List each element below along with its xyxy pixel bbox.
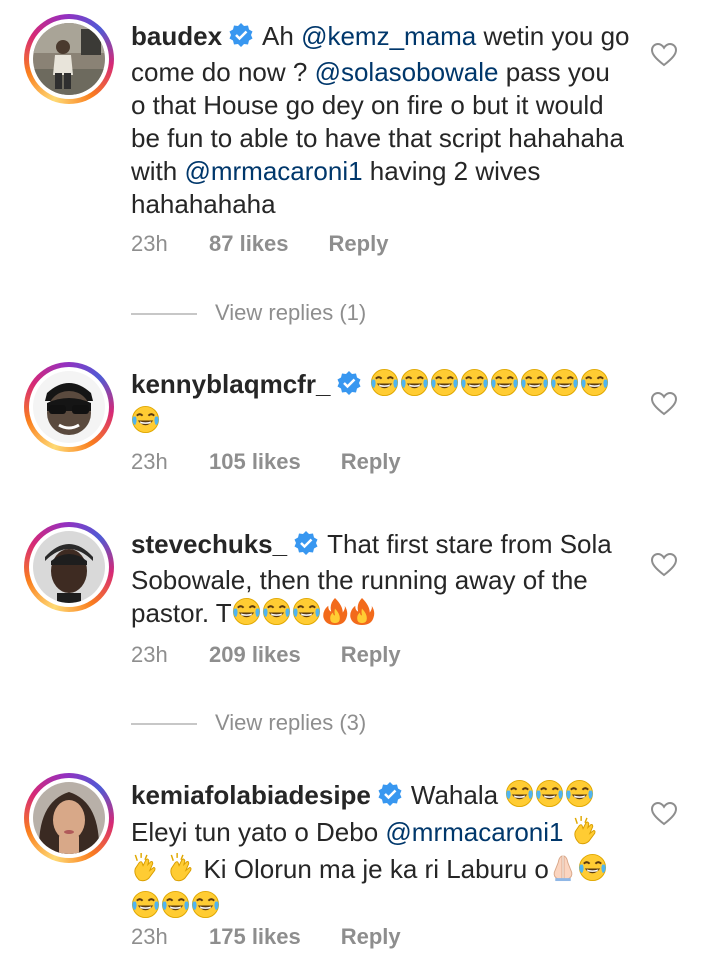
photo-avatar-icon [33,782,105,854]
comment-meta: 23h 87 likes Reply [131,231,388,257]
reply-button[interactable]: Reply [329,231,389,257]
clap-emoji-icon [571,816,599,853]
comment-body: kemiafolabiadesipe Wahala Eleyi tun yato … [131,779,631,927]
comment-meta: 23h 175 likes Reply [131,924,401,950]
avatar[interactable] [24,522,114,612]
divider-line [131,723,197,726]
mention-link[interactable]: @solasobowale [315,57,499,87]
reply-button[interactable]: Reply [341,924,401,950]
verified-badge-icon [228,22,254,56]
reply-button[interactable]: Reply [341,642,401,668]
likes-count[interactable]: 105 likes [209,449,301,475]
comment-meta: 23h 105 likes Reply [131,449,401,475]
joy-emoji-icon [550,368,579,405]
avatar[interactable] [24,14,114,104]
username-link[interactable]: baudex [131,21,222,51]
joy-emoji-icon [460,368,489,405]
avatar[interactable] [24,362,114,452]
comment-body: stevechuks_ That first stare from Sola So… [131,528,631,634]
view-replies-label: View replies (3) [215,710,367,735]
joy-emoji-icon [505,779,534,816]
comment-time: 23h [131,449,168,474]
like-heart-icon[interactable] [651,802,677,826]
joy-emoji-icon [578,853,607,890]
comment-text: Ki Olorun ma je ka ri Laburu o [196,854,549,884]
verified-badge-icon [229,23,253,47]
like-heart-icon[interactable] [651,43,677,67]
reply-button[interactable]: Reply [341,449,401,475]
comment-body: kennyblaqmcfr_ [131,368,631,442]
comment-time: 23h [131,924,168,949]
likes-count[interactable]: 175 likes [209,924,301,950]
comment-text: Ah [262,21,302,51]
joy-emoji-icon [400,368,429,405]
comment-time: 23h [131,231,168,256]
comment-body: baudex Ah @kemz_mama wetin you go come do… [131,20,631,221]
fire-emoji-icon [322,597,348,634]
divider-line [131,313,197,316]
clap-emoji-icon [131,853,159,890]
joy-emoji-icon [161,890,190,927]
comment-text [564,817,571,847]
avatar[interactable] [24,773,114,863]
joy-emoji-icon [370,368,399,405]
comment-text [160,854,167,884]
joy-emoji-icon [262,597,291,634]
joy-emoji-icon [191,890,220,927]
mention-link[interactable]: @mrmacaroni1 [184,156,362,186]
verified-badge-icon [336,370,362,404]
likes-count[interactable]: 209 likes [209,642,301,668]
pray-emoji-icon [549,853,577,890]
joy-emoji-icon [520,368,549,405]
joy-emoji-icon [565,779,594,816]
view-replies-label: View replies (1) [215,300,367,325]
clap-emoji-icon [167,853,195,890]
joy-emoji-icon [131,405,160,442]
joy-emoji-icon [430,368,459,405]
comment-meta: 23h 209 likes Reply [131,642,401,668]
joy-emoji-icon [490,368,519,405]
cartoon-avatar-icon [33,371,105,443]
mention-link[interactable]: @mrmacaroni1 [385,817,563,847]
joy-emoji-icon [535,779,564,816]
likes-count[interactable]: 87 likes [209,231,289,257]
joy-emoji-icon [580,368,609,405]
verified-badge-icon [293,530,319,564]
fire-emoji-icon [349,597,375,634]
view-replies-button[interactable]: View replies (3) [131,710,366,736]
verified-badge-icon [377,781,403,815]
comment-time: 23h [131,642,168,667]
photo-avatar-icon [33,531,105,603]
username-link[interactable]: stevechuks_ [131,529,287,559]
like-heart-icon[interactable] [651,392,677,416]
comment-text: Eleyi tun yato o Debo [131,817,386,847]
joy-emoji-icon [232,597,261,634]
username-link[interactable]: kennyblaqmcfr_ [131,369,330,399]
joy-emoji-icon [131,890,160,927]
view-replies-button[interactable]: View replies (1) [131,300,366,326]
photo-avatar-icon [33,23,105,95]
joy-emoji-icon [292,597,321,634]
verified-badge-icon [294,531,318,555]
comment-text: Wahala [410,780,506,810]
verified-badge-icon [337,371,361,395]
mention-link[interactable]: @kemz_mama [301,21,476,51]
username-link[interactable]: kemiafolabiadesipe [131,780,371,810]
like-heart-icon[interactable] [651,553,677,577]
verified-badge-icon [378,782,402,806]
